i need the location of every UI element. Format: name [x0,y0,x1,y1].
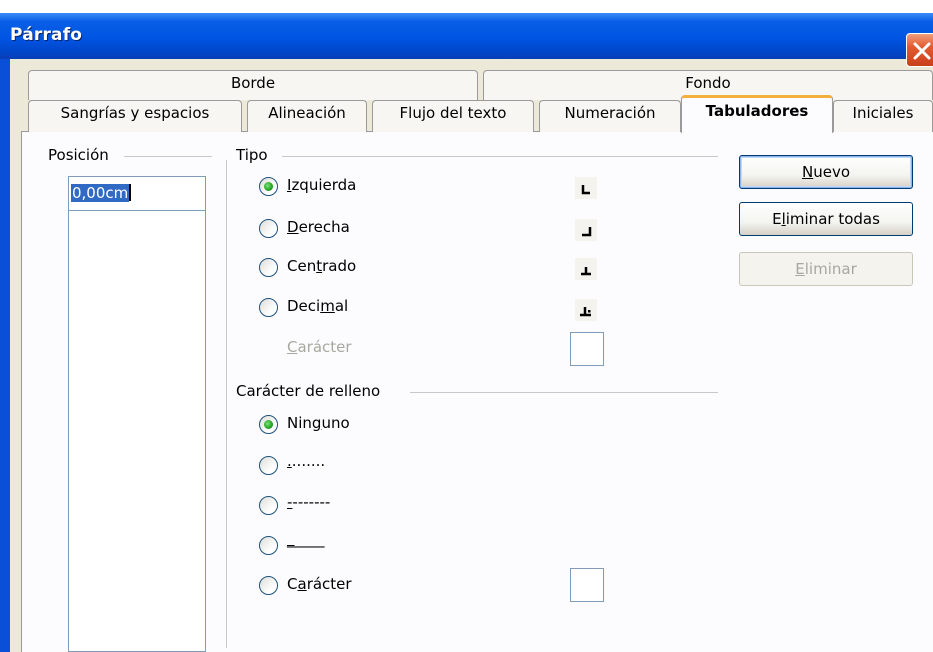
tipo-derecha-radio[interactable] [259,219,278,238]
tab-flujo-texto[interactable]: Flujo del texto [372,100,534,132]
tipo-centrado-label[interactable]: Centrado [287,257,356,275]
tipo-derecha-label[interactable]: Derecha [287,218,350,236]
relleno-caracter-radio[interactable] [259,576,278,595]
tab-left-icon [575,177,597,199]
text-caret [129,184,132,201]
tipo-caracter-input[interactable] [570,332,604,366]
tipo-izquierda-label[interactable]: Izquierda [287,176,356,194]
position-group-label: Posición [48,146,115,164]
close-button[interactable] [906,33,933,67]
tipo-group-label: Tipo [236,146,274,164]
tab-alineacion[interactable]: Alineación [247,100,367,132]
tipo-caracter-label: Carácter [287,338,352,356]
relleno-ninguno-label[interactable]: Ninguno [287,414,350,432]
relleno-caracter-input[interactable] [570,568,604,602]
position-value: 0,00cm [71,184,130,202]
position-list[interactable]: 0,00cm [68,176,206,652]
relleno-caracter-label[interactable]: Carácter [287,575,352,593]
tab-numeracion[interactable]: Numeración [539,100,681,132]
position-input[interactable]: 0,00cm [69,177,205,211]
tab-label: Borde [230,74,276,92]
window-left-border [0,59,10,652]
tab-iniciales[interactable]: Iniciales [833,100,933,132]
tab-label: Sangrías y espacios [60,104,210,122]
relleno-puntos-radio[interactable] [259,456,278,475]
tab-label: Iniciales [852,104,914,122]
tab-label: Flujo del texto [399,104,507,122]
tab-label: Alineación [268,104,346,122]
tipo-decimal-radio[interactable] [259,298,278,317]
tab-decimal-icon [575,299,597,321]
dialog-window: Párrafo Borde Fondo Sangrías y espacios … [0,0,933,652]
tipo-centrado-radio[interactable] [259,258,278,277]
relleno-guiones-radio[interactable] [259,496,278,515]
tab-label: Numeración [564,104,656,122]
tab-sangrias-espacios[interactable]: Sangrías y espacios [28,100,242,132]
close-icon [913,42,931,60]
position-group-line [124,156,212,157]
tipo-decimal-label[interactable]: Decimal [287,297,348,315]
relleno-subrayado-radio[interactable] [259,536,278,555]
tab-label: Tabuladores [705,102,809,120]
relleno-ninguno-radio[interactable] [259,415,278,434]
tab-borde[interactable]: Borde [28,70,478,100]
window-title: Párrafo [10,25,83,45]
tab-label: Fondo [685,74,731,92]
nuevo-button[interactable]: Nuevo [739,155,913,189]
eliminar-button[interactable]: Eliminar [739,252,913,286]
relleno-group-line [410,392,718,393]
relleno-puntos-label[interactable]: ........ [287,452,325,470]
eliminar-todas-button[interactable]: Eliminar todas [739,202,913,236]
title-bar: Párrafo [0,13,933,67]
tab-tabuladores[interactable]: Tabuladores [681,95,833,133]
relleno-subrayado-label[interactable]: _____ [287,530,325,548]
relleno-group-label: Carácter de relleno [236,382,387,400]
group-separator [226,160,227,648]
relleno-guiones-label[interactable]: -------- [287,493,330,511]
tipo-group-line [282,156,718,157]
tipo-izquierda-radio[interactable] [259,177,278,196]
tab-center-icon [575,258,597,280]
tab-right-icon [575,219,597,241]
